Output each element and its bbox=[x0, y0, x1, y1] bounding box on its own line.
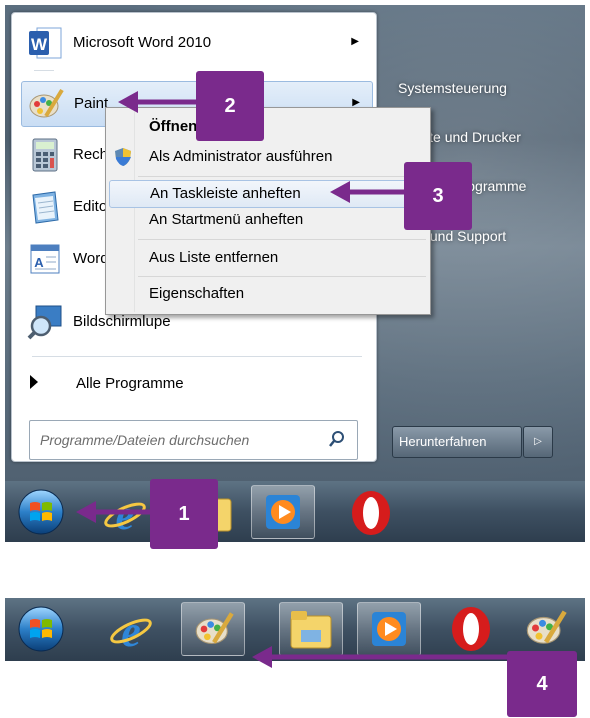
arrow-4-head bbox=[252, 646, 272, 668]
callout-arrows bbox=[76, 91, 513, 668]
arrow-2-head bbox=[118, 91, 138, 113]
arrow-3-head bbox=[330, 181, 350, 203]
callout-2: 2 bbox=[196, 71, 264, 141]
callout-1: 1 bbox=[150, 479, 218, 549]
callout-4: 4 bbox=[507, 651, 577, 717]
callout-3: 3 bbox=[404, 162, 472, 230]
arrow-1-head bbox=[76, 501, 96, 523]
